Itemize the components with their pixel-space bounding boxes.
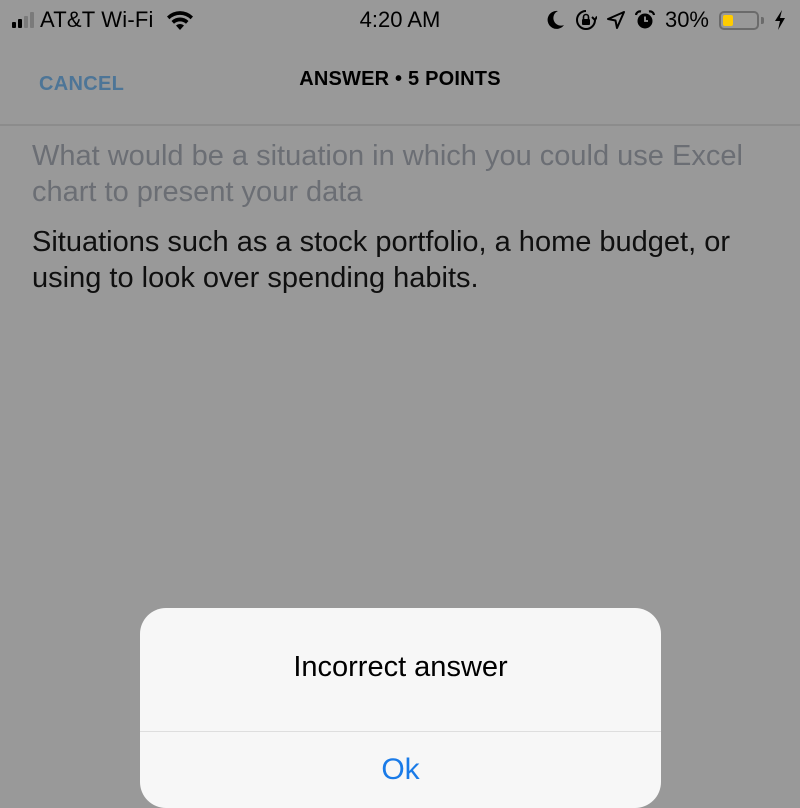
battery-icon <box>719 10 759 30</box>
navigation-bar: CANCEL ANSWER • 5 POINTS <box>0 40 800 126</box>
battery-level-fill <box>723 14 733 26</box>
question-text: What would be a situation in which you c… <box>32 140 743 208</box>
status-right: 30% <box>547 6 786 34</box>
orientation-lock-icon <box>575 10 597 30</box>
alert-title: Incorrect answer <box>293 651 508 683</box>
battery-percentage: 30% <box>664 7 709 32</box>
battery-cap <box>761 16 764 24</box>
alert-dialog: Incorrect answer Ok <box>140 608 661 808</box>
alert-divider <box>140 731 661 732</box>
status-bar: AT&T Wi-Fi 4:20 AM 30% <box>0 0 800 40</box>
page-title: ANSWER • 5 POINTS <box>299 68 501 90</box>
answer-text[interactable]: Situations such as a stock portfolio, a … <box>32 224 772 296</box>
location-arrow-icon <box>606 11 625 29</box>
moon-icon <box>547 10 564 29</box>
charging-bolt-icon <box>775 10 785 30</box>
ok-button[interactable]: Ok <box>140 753 661 787</box>
alarm-icon <box>634 10 655 29</box>
